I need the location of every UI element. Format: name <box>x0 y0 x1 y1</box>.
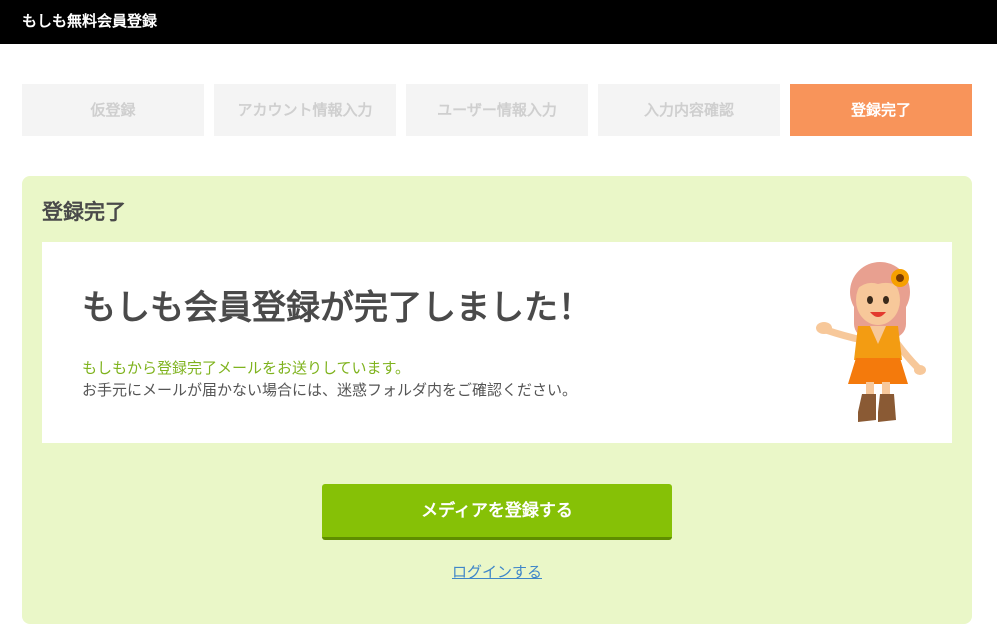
top-header: もしも無料会員登録 <box>0 0 997 44</box>
step-account-info: アカウント情報入力 <box>214 84 396 136</box>
login-link[interactable]: ログインする <box>452 563 542 581</box>
site-title: もしも無料会員登録 <box>22 12 158 30</box>
panel-title: 登録完了 <box>42 200 126 224</box>
spam-folder-note: お手元にメールが届かない場合には、迷惑フォルダ内をご確認ください。 <box>82 381 578 399</box>
step-complete: 登録完了 <box>790 84 972 136</box>
step-confirm: 入力内容確認 <box>598 84 780 136</box>
step-user-info: ユーザー情報入力 <box>406 84 588 136</box>
completion-headline: もしも会員登録が完了しました！ <box>82 288 592 328</box>
step-provisional-registration: 仮登録 <box>22 84 204 136</box>
register-media-button[interactable]: メディアを登録する <box>322 484 672 540</box>
completion-panel: 登録完了 もしも会員登録が完了しました！ もしもから登録完了メールをお送りしてい… <box>22 176 972 624</box>
completion-message-box: もしも会員登録が完了しました！ もしもから登録完了メールをお送りしています。 お… <box>42 242 952 443</box>
login-link-row: ログインする <box>22 562 972 582</box>
email-sent-note: もしもから登録完了メールをお送りしています。 <box>82 359 411 377</box>
mascot-girl-icon <box>816 262 926 422</box>
progress-steps: 仮登録 アカウント情報入力 ユーザー情報入力 入力内容確認 登録完了 <box>22 84 972 136</box>
